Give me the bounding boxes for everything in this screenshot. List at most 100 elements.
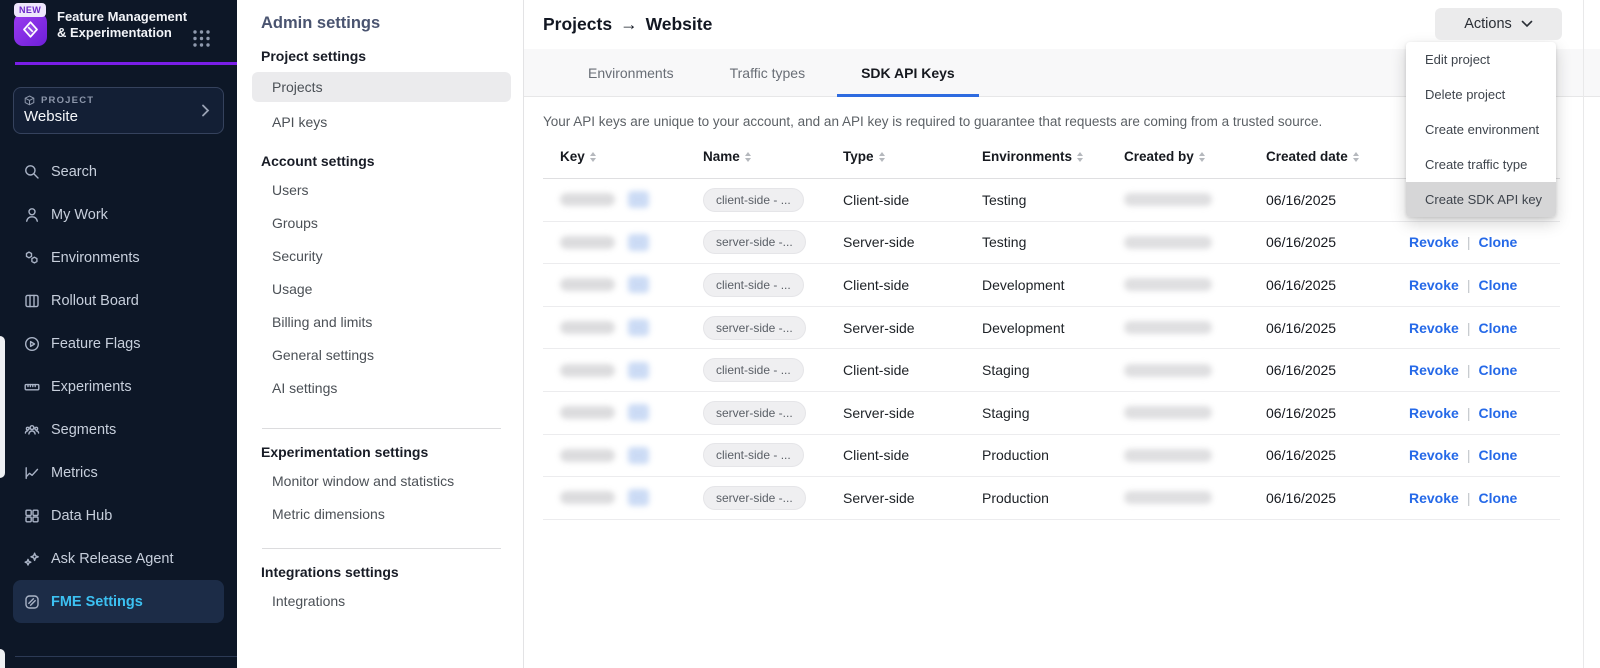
- column-header-name[interactable]: Name: [686, 149, 826, 164]
- copy-key-icon[interactable]: [628, 234, 649, 251]
- copy-key-icon[interactable]: [628, 362, 649, 379]
- admin-item-integrations[interactable]: Integrations: [252, 584, 511, 617]
- admin-item-monitor-window-and-statistics[interactable]: Monitor window and statistics: [252, 464, 511, 497]
- breadcrumb-parent[interactable]: Projects: [543, 14, 612, 34]
- app-title: Feature Management & Experimentation: [57, 9, 191, 41]
- menu-item-create-environment[interactable]: Create environment: [1406, 112, 1556, 147]
- actions-button[interactable]: Actions: [1435, 8, 1562, 40]
- sidebar-item-experiments[interactable]: Experiments: [13, 365, 224, 408]
- clone-link[interactable]: Clone: [1478, 277, 1517, 293]
- admin-item-billing-and-limits[interactable]: Billing and limits: [252, 305, 511, 338]
- copy-key-icon[interactable]: [628, 447, 649, 464]
- created-by-cell: [1107, 449, 1249, 462]
- app-switcher-grid-icon[interactable]: [192, 29, 211, 53]
- sort-arrows-icon[interactable]: [1199, 152, 1205, 162]
- tab-traffic-types[interactable]: Traffic types: [706, 49, 829, 96]
- copy-key-icon[interactable]: [628, 276, 649, 293]
- clone-link[interactable]: Clone: [1478, 405, 1517, 421]
- feature-flags-icon: [23, 335, 51, 353]
- admin-item-usage[interactable]: Usage: [252, 272, 511, 305]
- clone-link[interactable]: Clone: [1478, 447, 1517, 463]
- key-name-badge: server-side -...: [703, 230, 806, 254]
- action-separator: |: [1467, 405, 1471, 421]
- sort-arrows-icon[interactable]: [879, 152, 885, 162]
- key-name-cell: server-side -...: [686, 316, 826, 340]
- revoke-link[interactable]: Revoke: [1409, 362, 1459, 378]
- sidebar-item-label: Environments: [51, 250, 140, 266]
- sidebar-item-rollout-board[interactable]: Rollout Board: [13, 279, 224, 322]
- admin-item-metric-dimensions[interactable]: Metric dimensions: [252, 497, 511, 530]
- clone-link[interactable]: Clone: [1478, 234, 1517, 250]
- sidebar-item-fme-settings[interactable]: FME Settings: [13, 580, 224, 623]
- key-type-cell: Client-side: [826, 447, 965, 463]
- redacted-api-key: [560, 236, 615, 249]
- admin-item-users[interactable]: Users: [252, 173, 511, 206]
- sidebar-item-ask-release-agent[interactable]: Ask Release Agent: [13, 537, 224, 580]
- tab-environments[interactable]: Environments: [564, 49, 698, 96]
- copy-key-icon[interactable]: [628, 404, 649, 421]
- sidebar-item-my-work[interactable]: My Work: [13, 193, 224, 236]
- environment-cell: Testing: [965, 234, 1107, 250]
- menu-item-create-sdk-api-key[interactable]: Create SDK API key: [1406, 182, 1556, 217]
- revoke-link[interactable]: Revoke: [1409, 447, 1459, 463]
- project-selector[interactable]: PROJECT Website: [13, 87, 224, 134]
- actions-dropdown-menu: Edit projectDelete projectCreate environ…: [1406, 42, 1556, 217]
- redacted-api-key: [560, 321, 615, 334]
- sort-arrows-icon[interactable]: [590, 152, 596, 162]
- row-actions-cell: Revoke|Clone: [1392, 277, 1567, 293]
- admin-item-general-settings[interactable]: General settings: [252, 338, 511, 371]
- sidebar-item-feature-flags[interactable]: Feature Flags: [13, 322, 224, 365]
- admin-item-api-keys[interactable]: API keys: [252, 105, 511, 138]
- admin-item-security[interactable]: Security: [252, 239, 511, 272]
- created-by-cell: [1107, 278, 1249, 291]
- copy-key-icon[interactable]: [628, 489, 649, 506]
- copy-key-icon[interactable]: [628, 319, 649, 336]
- revoke-link[interactable]: Revoke: [1409, 234, 1459, 250]
- revoke-link[interactable]: Revoke: [1409, 277, 1459, 293]
- column-header-created-by[interactable]: Created by: [1107, 149, 1249, 164]
- copy-key-icon[interactable]: [628, 191, 649, 208]
- main-pane: Projects→Website EnvironmentsTraffic typ…: [524, 0, 1600, 668]
- column-header-label: Created date: [1266, 149, 1348, 164]
- column-header-type[interactable]: Type: [826, 149, 965, 164]
- sidebar-scrollbar-thumb-bottom[interactable]: [0, 649, 5, 668]
- sidebar-item-search[interactable]: Search: [13, 150, 224, 193]
- key-name-badge: client-side - ...: [703, 273, 804, 297]
- redacted-created-by: [1124, 321, 1212, 334]
- metrics-icon: [23, 464, 51, 482]
- column-header-environments[interactable]: Environments: [965, 149, 1107, 164]
- column-header-key[interactable]: Key: [543, 149, 686, 164]
- sidebar-item-environments[interactable]: Environments: [13, 236, 224, 279]
- redacted-created-by: [1124, 406, 1212, 419]
- admin-item-ai-settings[interactable]: AI settings: [252, 371, 511, 404]
- revoke-link[interactable]: Revoke: [1409, 405, 1459, 421]
- admin-settings-panel: Admin settings Project settingsProjectsA…: [237, 0, 524, 668]
- environments-icon: [23, 249, 51, 267]
- column-header-created-date[interactable]: Created date: [1249, 149, 1392, 164]
- admin-item-groups[interactable]: Groups: [252, 206, 511, 239]
- admin-section-header: Experimentation settings: [261, 444, 511, 460]
- created-date-cell: 06/16/2025: [1249, 362, 1392, 378]
- created-date-cell: 06/16/2025: [1249, 405, 1392, 421]
- created-date-cell: 06/16/2025: [1249, 447, 1392, 463]
- clone-link[interactable]: Clone: [1478, 490, 1517, 506]
- sidebar-item-label: FME Settings: [51, 594, 143, 610]
- menu-item-create-traffic-type[interactable]: Create traffic type: [1406, 147, 1556, 182]
- admin-item-projects[interactable]: Projects: [252, 72, 511, 102]
- row-actions-cell: Revoke|Clone: [1392, 234, 1567, 250]
- admin-section-divider: [262, 548, 501, 549]
- revoke-link[interactable]: Revoke: [1409, 320, 1459, 336]
- sort-arrows-icon[interactable]: [1353, 152, 1359, 162]
- tab-sdk-api-keys[interactable]: SDK API Keys: [837, 49, 979, 96]
- menu-item-delete-project[interactable]: Delete project: [1406, 77, 1556, 112]
- menu-item-edit-project[interactable]: Edit project: [1406, 42, 1556, 77]
- clone-link[interactable]: Clone: [1478, 320, 1517, 336]
- clone-link[interactable]: Clone: [1478, 362, 1517, 378]
- sidebar-item-data-hub[interactable]: Data Hub: [13, 494, 224, 537]
- sort-arrows-icon[interactable]: [1077, 152, 1083, 162]
- sort-arrows-icon[interactable]: [745, 152, 751, 162]
- sidebar-item-segments[interactable]: Segments: [13, 408, 224, 451]
- sidebar-scrollbar-thumb[interactable]: [0, 336, 5, 478]
- sidebar-item-metrics[interactable]: Metrics: [13, 451, 224, 494]
- revoke-link[interactable]: Revoke: [1409, 490, 1459, 506]
